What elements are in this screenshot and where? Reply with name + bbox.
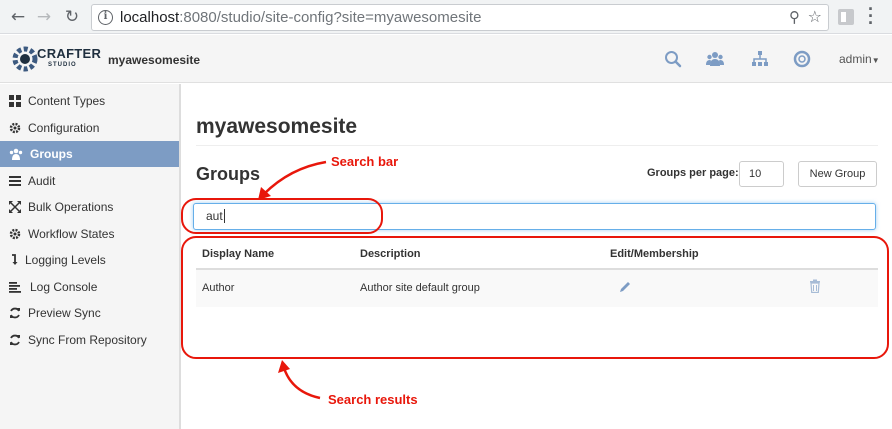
sidebar-item-label: Audit <box>28 174 56 188</box>
column-header-description: Description <box>360 248 421 260</box>
sidebar-item-label: Log Console <box>30 280 98 294</box>
sidebar-item-content-types[interactable]: Content Types <box>0 88 179 114</box>
cell-display-name: Author <box>202 282 235 294</box>
user-menu-label: admin <box>839 52 872 66</box>
search-results-arrowhead <box>278 360 290 373</box>
users-icon <box>9 148 23 160</box>
sidebar: Content Types Configuration Groups Audit… <box>0 84 181 429</box>
sidebar-item-label: Configuration <box>28 121 100 135</box>
grid-icon <box>9 95 21 107</box>
annotation-search-bar: Search bar <box>331 154 399 169</box>
sidebar-item-label: Content Types <box>28 94 106 108</box>
app-header: CRAFTER STUDIO myawesomesite admin▼ <box>0 35 892 83</box>
trash-icon[interactable] <box>809 279 821 293</box>
users-icon[interactable] <box>706 50 724 68</box>
logo-text: CRAFTER <box>37 46 102 61</box>
zoom-icon[interactable]: ⚲ <box>789 8 800 26</box>
pencil-edit-icon[interactable] <box>618 280 632 294</box>
annotation-search-results: Search results <box>328 392 418 407</box>
logo-subtext: STUDIO <box>48 62 77 68</box>
section-heading: Groups <box>196 164 261 184</box>
sidebar-item-log-console[interactable]: Log Console <box>0 274 179 300</box>
gear-logo-icon <box>12 46 38 72</box>
search-icon[interactable] <box>664 50 682 68</box>
cell-description: Author site default group <box>360 282 480 294</box>
back-arrow-icon[interactable]: ← <box>8 7 28 27</box>
level-arrow-icon <box>12 254 18 265</box>
page-title: myawesomesite <box>196 115 358 138</box>
sidebar-item-audit[interactable]: Audit <box>0 168 179 194</box>
search-bar-arrowhead <box>258 187 271 200</box>
sidebar-item-configuration[interactable]: Configuration <box>0 115 179 141</box>
sidebar-item-sync-from-repository[interactable]: Sync From Repository <box>0 327 179 353</box>
groups-per-page-input[interactable]: 10 <box>739 161 784 187</box>
sidebar-item-groups[interactable]: Groups <box>0 141 179 167</box>
sidebar-item-preview-sync[interactable]: Preview Sync <box>0 300 179 326</box>
gear-icon <box>9 228 21 240</box>
table-row: Author Author site default group <box>196 270 878 307</box>
sidebar-item-workflow-states[interactable]: Workflow States <box>0 221 179 247</box>
caret-down-icon: ▼ <box>871 56 880 65</box>
align-left-icon <box>9 282 21 293</box>
refresh-icon <box>10 307 20 319</box>
extension-icon[interactable] <box>838 9 854 25</box>
sidebar-item-label: Groups <box>30 147 73 161</box>
info-icon[interactable]: i <box>98 10 113 25</box>
sidebar-item-label: Bulk Operations <box>28 200 114 214</box>
crafter-logo[interactable]: CRAFTER STUDIO <box>12 39 101 79</box>
text-cursor <box>223 209 225 223</box>
refresh-icon <box>10 334 20 346</box>
star-icon[interactable]: ☆ <box>808 7 822 26</box>
reload-icon[interactable]: ↻ <box>62 7 82 27</box>
site-name[interactable]: myawesomesite <box>108 53 200 67</box>
sidebar-item-logging-levels[interactable]: Logging Levels <box>0 247 179 273</box>
divider <box>196 145 878 146</box>
browser-toolbar: ← → ↻ i localhost:8080/studio/site-confi… <box>0 0 892 34</box>
sidebar-item-label: Logging Levels <box>25 253 106 267</box>
column-header-edit-membership: Edit/Membership <box>610 248 699 260</box>
expand-icon <box>9 201 21 213</box>
sidebar-item-label: Sync From Repository <box>28 333 147 347</box>
sidebar-item-label: Workflow States <box>28 227 115 241</box>
search-bar-arrow <box>263 160 327 195</box>
help-lifebuoy-icon[interactable] <box>793 50 811 68</box>
url-host: localhost <box>120 9 180 26</box>
groups-per-page-label: Groups per page: <box>647 167 739 179</box>
search-input-value: aut <box>206 209 223 223</box>
new-group-button[interactable]: New Group <box>798 161 877 187</box>
forward-arrow-icon[interactable]: → <box>34 7 54 27</box>
user-menu[interactable]: admin▼ <box>839 52 880 66</box>
address-bar[interactable]: i localhost:8080/studio/site-config?site… <box>91 4 829 31</box>
browser-menu-icon[interactable]: · · · <box>866 0 876 32</box>
sidebar-item-bulk-operations[interactable]: Bulk Operations <box>0 194 179 220</box>
sidebar-item-label: Preview Sync <box>28 306 101 320</box>
url-path: :8080/studio/site-config?site=myawesomes… <box>179 9 482 26</box>
search-results-arrow <box>282 367 321 400</box>
url-text[interactable]: localhost:8080/studio/site-config?site=m… <box>120 9 481 26</box>
sitemap-icon[interactable] <box>751 50 769 68</box>
search-input[interactable]: aut <box>193 203 876 230</box>
column-header-display-name: Display Name <box>202 248 275 260</box>
gear-icon <box>9 122 21 134</box>
list-icon <box>9 176 21 186</box>
